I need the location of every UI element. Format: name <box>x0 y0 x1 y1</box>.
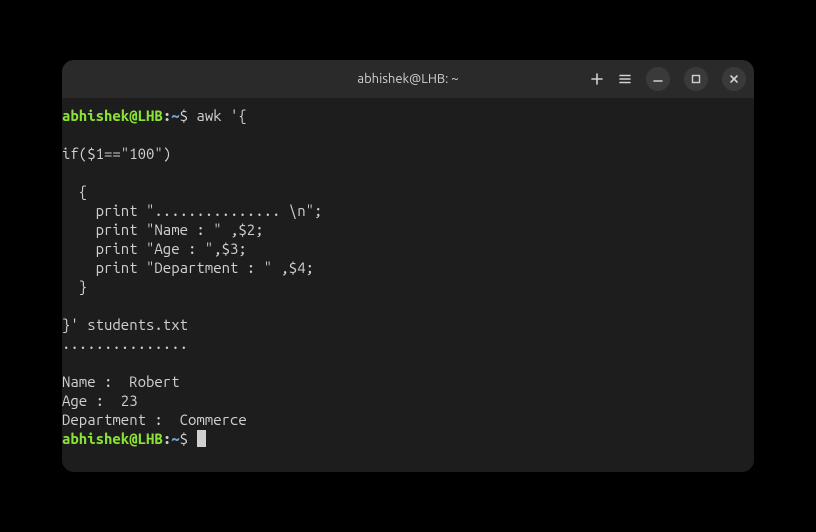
output-text: Name : Robert <box>62 373 180 390</box>
command-text: print "Department : " ,$4; <box>62 259 314 276</box>
hamburger-menu-button[interactable] <box>618 72 632 86</box>
prompt-dollar: $ <box>180 107 188 124</box>
command-text: if($1=="100") <box>62 145 171 162</box>
command-text: awk '{ <box>188 107 247 124</box>
prompt-dollar: $ <box>180 430 188 447</box>
prompt-user-host: abhishek@LHB <box>62 107 163 124</box>
new-tab-button[interactable] <box>590 72 604 86</box>
terminal-body[interactable]: abhishek@LHB:~$ awk '{ if($1=="100") { p… <box>62 98 754 456</box>
minimize-button[interactable] <box>646 67 670 91</box>
output-text: Age : 23 <box>62 392 138 409</box>
command-text: { <box>62 183 87 200</box>
command-text: } <box>62 278 87 295</box>
prompt-colon: : <box>163 107 171 124</box>
close-button[interactable] <box>722 67 746 91</box>
window-title: abhishek@LHB: ~ <box>357 72 458 86</box>
command-text: print "Name : " ,$2; <box>62 221 264 238</box>
maximize-button[interactable] <box>684 67 708 91</box>
output-text: ............... <box>62 335 196 352</box>
command-text: print "Age : ",$3; <box>62 240 247 257</box>
prompt-colon: : <box>163 430 171 447</box>
prompt-user-host: abhishek@LHB <box>62 430 163 447</box>
command-text: }' students.txt <box>62 316 188 333</box>
command-text: print "............... \n"; <box>62 202 322 219</box>
prompt-path: ~ <box>171 107 179 124</box>
prompt-path: ~ <box>171 430 179 447</box>
window-controls <box>590 67 746 91</box>
terminal-window: abhishek@LHB: ~ abhishek@LHB:~$ awk '{ i… <box>62 60 754 472</box>
cursor-icon <box>197 430 206 447</box>
output-text: Department : Commerce <box>62 411 247 428</box>
titlebar: abhishek@LHB: ~ <box>62 60 754 98</box>
